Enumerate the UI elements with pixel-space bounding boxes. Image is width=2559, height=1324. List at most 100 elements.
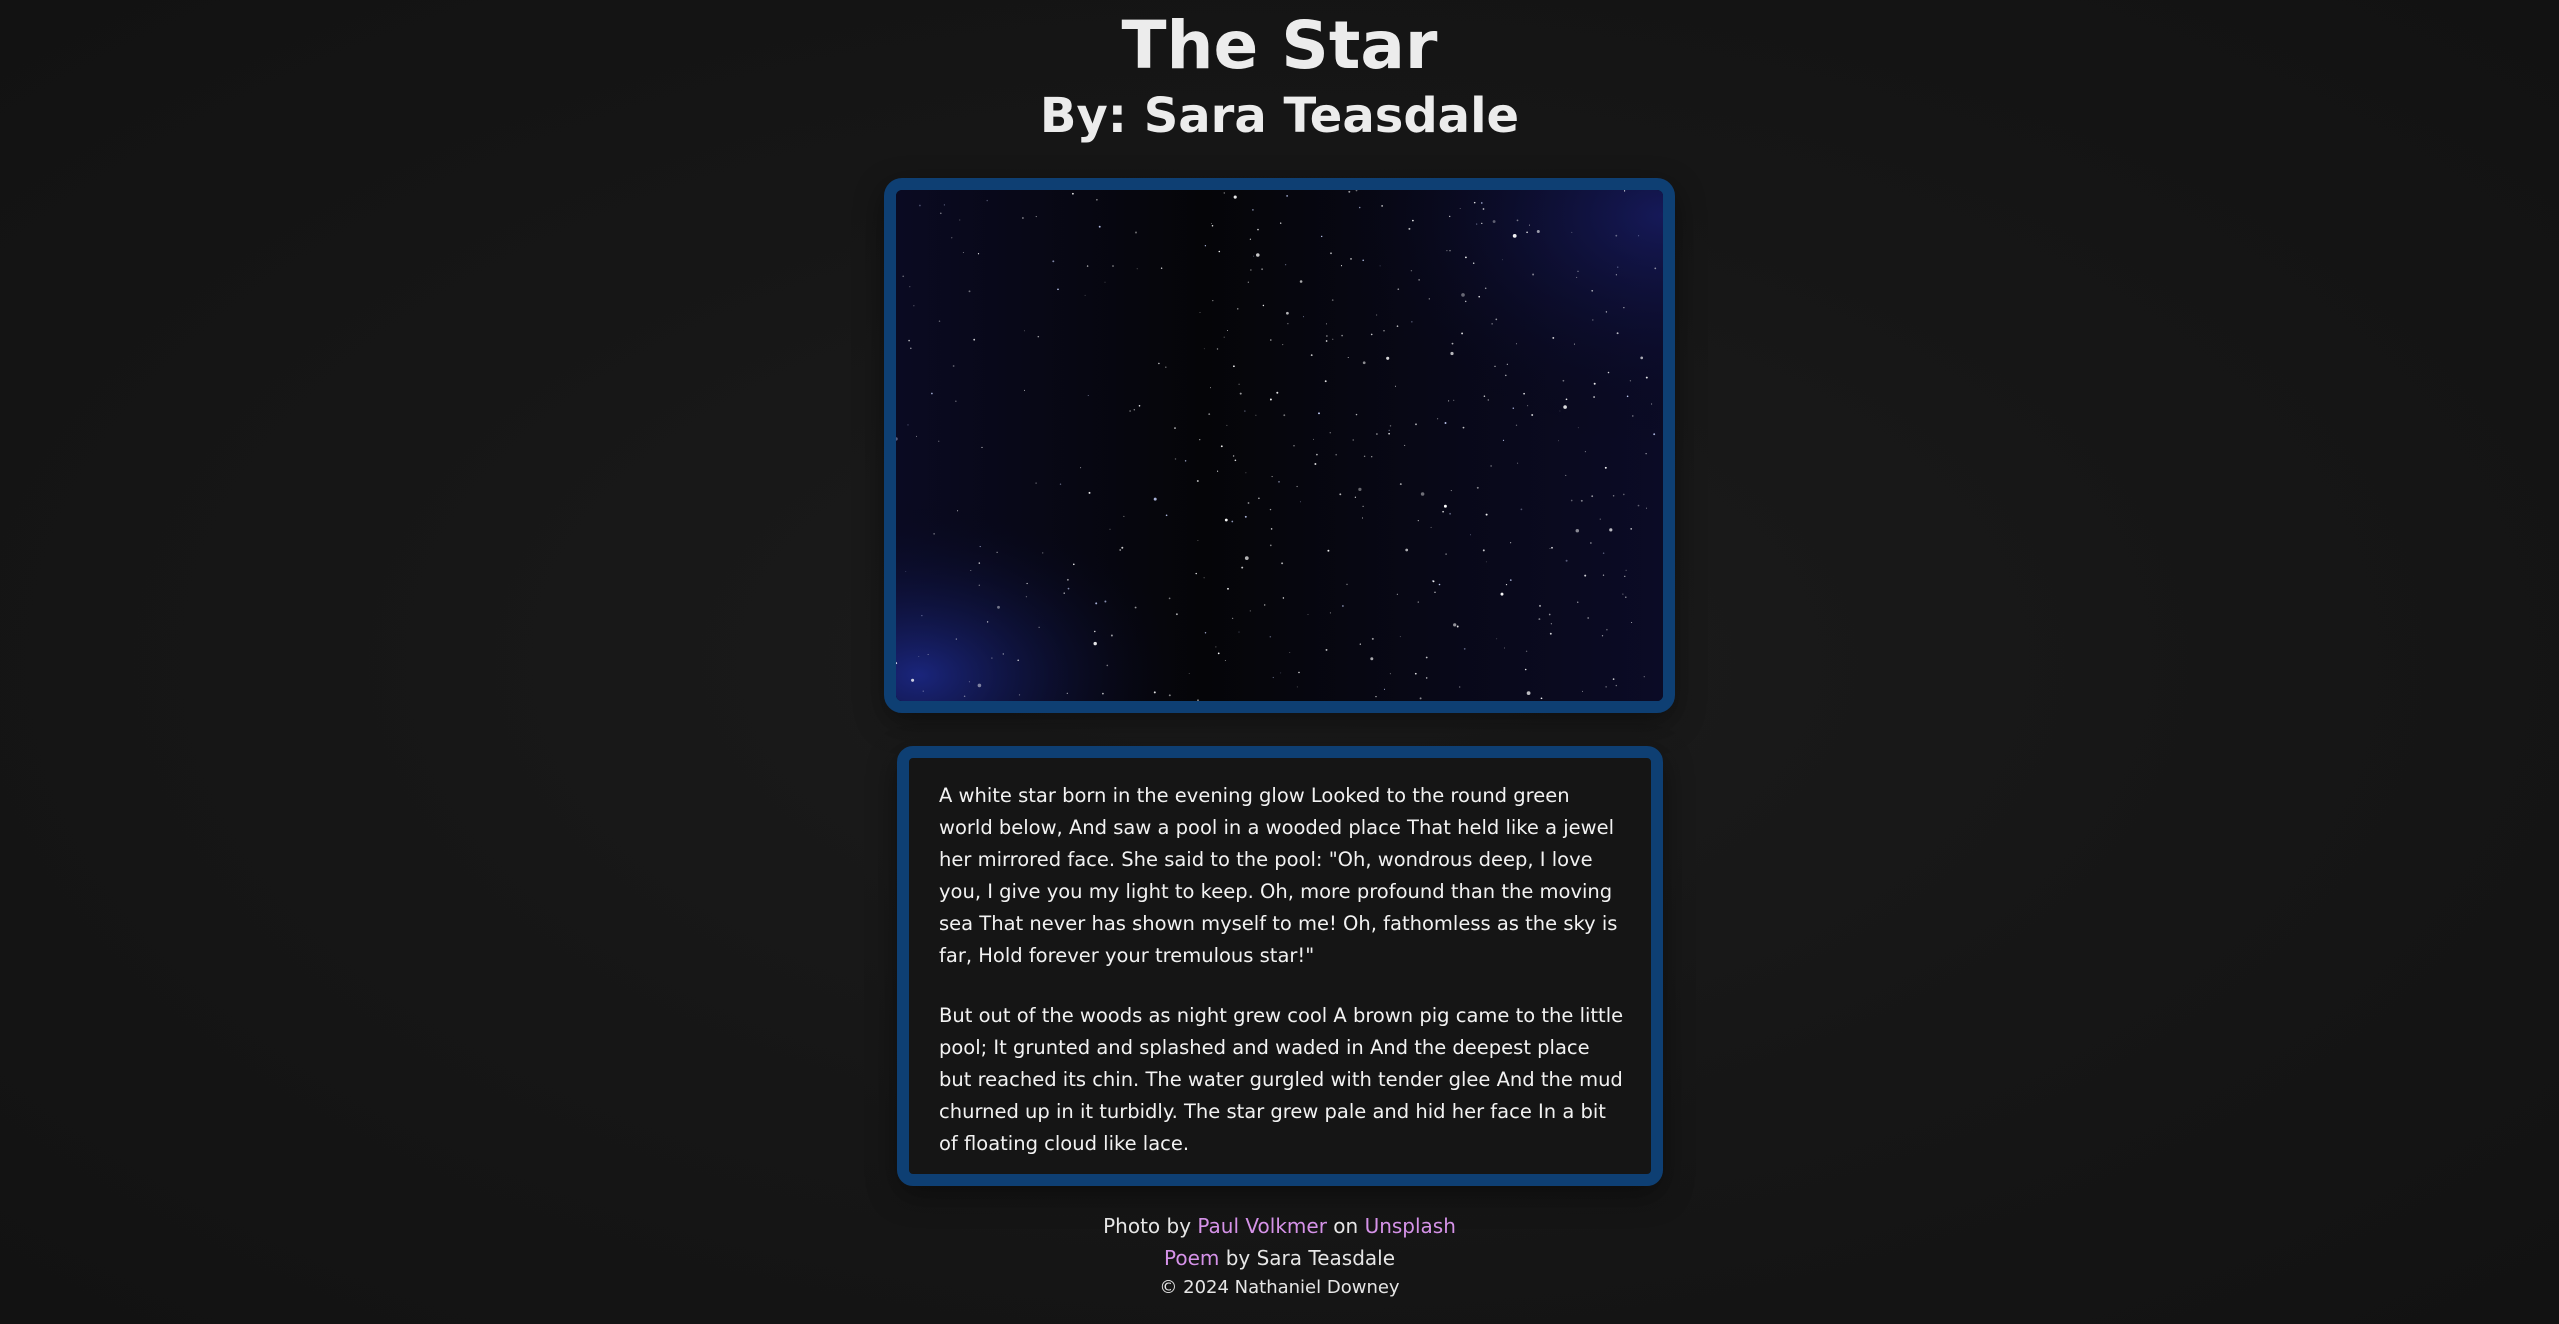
unsplash-link[interactable]: Unsplash (1365, 1214, 1456, 1238)
star (1174, 458, 1177, 460)
star (911, 678, 915, 682)
star (1379, 265, 1381, 267)
star (1405, 548, 1409, 552)
footer: Photo by Paul Volkmer on Unsplash Poem b… (0, 1210, 2559, 1302)
star (1451, 342, 1454, 345)
star (1244, 515, 1247, 518)
star (1431, 580, 1434, 582)
star (1552, 336, 1555, 339)
star (1624, 190, 1626, 192)
star (1110, 634, 1113, 637)
star (1571, 231, 1573, 233)
star (1325, 648, 1328, 651)
star (1605, 311, 1608, 313)
star (1208, 413, 1211, 415)
star (1002, 653, 1004, 655)
star (1287, 323, 1289, 325)
star (1210, 387, 1211, 389)
star (1443, 504, 1447, 508)
star (1282, 344, 1284, 346)
star (1318, 412, 1320, 415)
star (916, 435, 918, 437)
star (1314, 463, 1317, 465)
star (1526, 231, 1528, 234)
star (1509, 579, 1512, 581)
star (902, 275, 905, 278)
star (978, 584, 980, 586)
star (1538, 618, 1541, 621)
star (1584, 574, 1587, 577)
star (1109, 528, 1111, 530)
star (1383, 688, 1386, 690)
star (1593, 382, 1596, 385)
star (1584, 451, 1586, 453)
star (1456, 625, 1459, 628)
star (1463, 648, 1466, 650)
star (1523, 392, 1525, 395)
star (1587, 617, 1590, 619)
star (1362, 517, 1363, 519)
photo-credit: Photo by Paul Volkmer on Unsplash (0, 1210, 2559, 1242)
star (1138, 405, 1141, 407)
star (1490, 465, 1492, 467)
star (919, 204, 921, 207)
star (1485, 513, 1488, 516)
star (1188, 672, 1190, 674)
star (1629, 380, 1632, 382)
star (1363, 455, 1366, 458)
star (1386, 356, 1390, 360)
star (1255, 414, 1257, 416)
photo-credit-on: on (1326, 1214, 1365, 1238)
star (1224, 659, 1226, 662)
star (1199, 312, 1201, 313)
star (1371, 456, 1373, 458)
star (1453, 623, 1457, 627)
star (1582, 690, 1583, 692)
star (1550, 623, 1552, 625)
star (1590, 542, 1592, 544)
star (1321, 235, 1323, 238)
star (1285, 264, 1287, 266)
star (1316, 453, 1318, 456)
photographer-link[interactable]: Paul Volkmer (1197, 1214, 1327, 1238)
star (1601, 635, 1604, 637)
page: The Star By: Sara Teasdale A white star … (0, 0, 2559, 1324)
star (1341, 334, 1343, 337)
star (1592, 319, 1594, 321)
star (1165, 366, 1167, 368)
star (1296, 686, 1298, 688)
star (1174, 427, 1176, 430)
star (933, 533, 935, 535)
star (1515, 424, 1518, 426)
star (1442, 510, 1444, 513)
star (1086, 265, 1089, 267)
star (1622, 593, 1624, 595)
star (1104, 281, 1106, 283)
star (1203, 348, 1205, 350)
star (1496, 638, 1498, 640)
star (1604, 466, 1607, 469)
star (938, 320, 941, 322)
star (1617, 266, 1619, 268)
star (1615, 684, 1617, 687)
star (1623, 307, 1625, 309)
star (1215, 646, 1217, 648)
star (1445, 553, 1447, 555)
star (1165, 514, 1168, 517)
star (1450, 351, 1454, 356)
star (1362, 505, 1364, 508)
poem-link[interactable]: Poem (1164, 1246, 1219, 1270)
star (1223, 336, 1225, 338)
copyright: © 2024 Nathaniel Downey (1159, 1277, 1400, 1298)
star (1217, 652, 1220, 655)
star (1434, 591, 1436, 594)
star (1066, 692, 1068, 694)
star (1269, 544, 1272, 547)
star (1272, 676, 1274, 679)
star (1645, 507, 1648, 509)
star (1459, 686, 1461, 688)
star (1059, 483, 1062, 485)
star (1389, 673, 1391, 675)
star (1570, 499, 1573, 502)
star (1631, 621, 1633, 624)
